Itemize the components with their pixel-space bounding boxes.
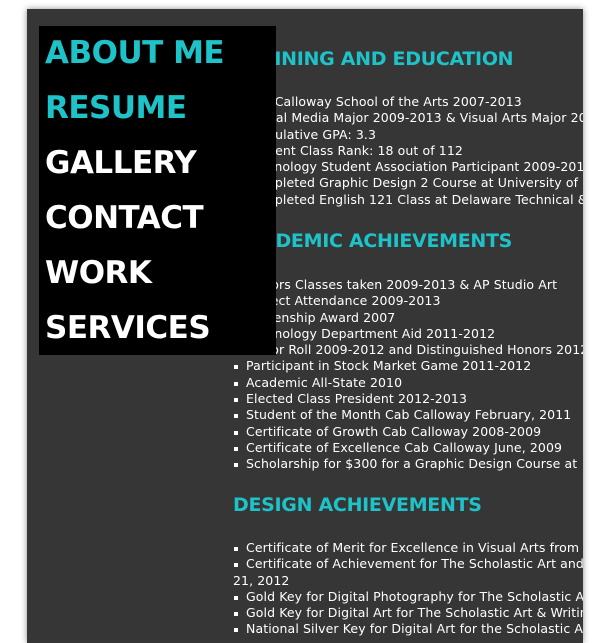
list-item: Gold Key for Digital Photography for The…: [233, 589, 583, 605]
list-item: Completed English 121 Class at Delaware …: [233, 192, 583, 208]
list-item: Gold Key for Digital Art for The Scholas…: [233, 605, 583, 621]
training-list: Cab Calloway School of the Arts 2007-201…: [233, 94, 583, 208]
list-item-continuation: 21, 2012: [233, 572, 290, 588]
list-item: Honor Roll 2009-2012 and Distinguished H…: [233, 342, 583, 358]
list-item: Certificate of Growth Cab Calloway 2008-…: [233, 424, 583, 440]
list-item: Completed Graphic Design 2 Course at Uni…: [233, 175, 583, 191]
list-item: Cab Calloway School of the Arts 2007-201…: [233, 94, 583, 110]
list-item: Student of the Month Cab Calloway Februa…: [233, 407, 583, 423]
list-item: Technology Department Aid 2011-2012: [233, 326, 583, 342]
design-heading: DESIGN ACHIEVEMENTS: [233, 494, 482, 516]
list-item: Student Class Rank: 18 out of 112: [233, 143, 583, 159]
academic-list: Honors Classes taken 2009-2013 & AP Stud…: [233, 277, 583, 473]
list-item: Elected Class President 2012-2013: [233, 391, 583, 407]
page-panel: ABOUT ME RESUME GALLERY CONTACT WORK SER…: [27, 9, 583, 643]
nav-about-me-link[interactable]: ABOUT ME: [39, 28, 276, 83]
list-item: Honors Classes taken 2009-2013 & AP Stud…: [233, 277, 583, 293]
design-list: Certificate of Merit for Excellence in V…: [233, 540, 583, 638]
list-item: Technology Student Association Participa…: [233, 159, 583, 175]
nav-work-link[interactable]: WORK: [39, 248, 276, 303]
list-item: Academic All-State 2010: [233, 375, 583, 391]
list-item: Perfect Attendance 2009-2013: [233, 293, 583, 309]
list-item: Participant in Stock Market Game 2011-20…: [233, 358, 583, 374]
nav-gallery-link[interactable]: GALLERY: [39, 138, 276, 193]
list-item: National Silver Key for Digital Art for …: [233, 621, 583, 637]
nav-contact-link[interactable]: CONTACT: [39, 193, 276, 248]
list-item: Certificate of Achievement for The Schol…: [233, 556, 583, 572]
nav-resume-link[interactable]: RESUME: [39, 83, 276, 138]
list-item: Citizenship Award 2007: [233, 310, 583, 326]
list-item: Digital Media Major 2009-2013 & Visual A…: [233, 110, 583, 126]
nav-services-link[interactable]: SERVICES: [39, 303, 276, 358]
list-item: Certificate of Excellence Cab Calloway J…: [233, 440, 583, 456]
main-nav: ABOUT ME RESUME GALLERY CONTACT WORK SER…: [39, 26, 276, 355]
list-item: Cumulative GPA: 3.3: [233, 127, 583, 143]
list-item: Certificate of Merit for Excellence in V…: [233, 540, 583, 556]
list-item: Scholarship for $300 for a Graphic Desig…: [233, 456, 583, 472]
